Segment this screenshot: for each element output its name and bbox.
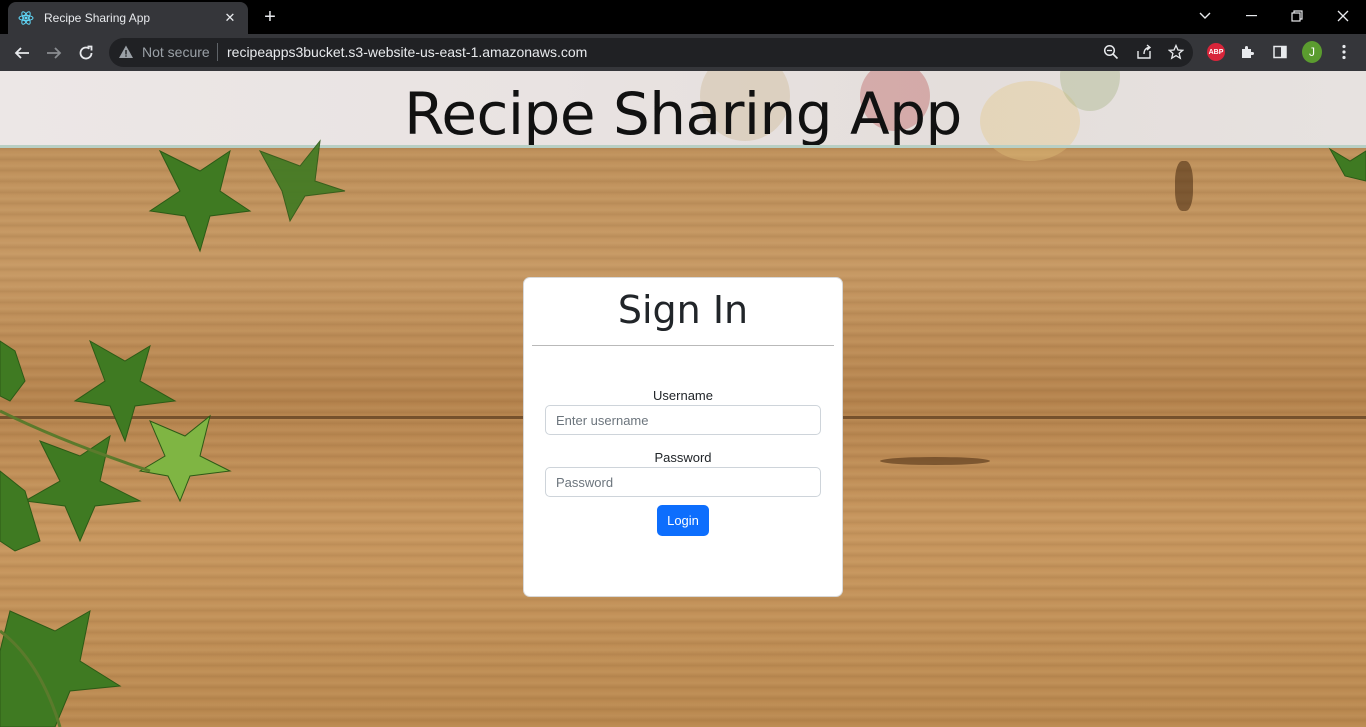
profile-avatar[interactable]: J <box>1302 41 1322 63</box>
wood-knot <box>1175 161 1193 211</box>
share-icon[interactable] <box>1134 42 1154 62</box>
browser-tab[interactable]: Recipe Sharing App ✕ <box>8 2 248 34</box>
app-header: Recipe Sharing App <box>0 71 1366 161</box>
heading-divider <box>532 345 834 346</box>
restore-button[interactable] <box>1274 4 1320 28</box>
tab-search-chevron-icon[interactable] <box>1182 4 1228 28</box>
username-label: Username <box>653 388 713 403</box>
bookmark-star-icon[interactable] <box>1166 42 1186 62</box>
username-input[interactable] <box>545 405 821 435</box>
tab-title: Recipe Sharing App <box>44 11 151 25</box>
adblock-plus-icon[interactable]: ABP <box>1206 42 1226 62</box>
signin-card: Sign In Username Password Login <box>523 277 843 597</box>
tab-close-icon[interactable]: ✕ <box>222 10 238 26</box>
react-logo-icon <box>18 11 34 25</box>
close-window-button[interactable] <box>1320 4 1366 28</box>
zoom-icon[interactable] <box>1101 42 1121 62</box>
address-divider <box>217 43 218 61</box>
signin-heading: Sign In <box>617 288 749 332</box>
minimize-button[interactable] <box>1228 4 1274 28</box>
back-arrow-icon[interactable] <box>9 40 35 66</box>
kebab-menu-icon[interactable] <box>1334 42 1354 62</box>
url-text[interactable]: recipeapps3bucket.s3-website-us-east-1.a… <box>227 44 587 60</box>
app-title: Recipe Sharing App <box>404 80 962 148</box>
login-button[interactable]: Login <box>657 505 709 536</box>
forward-arrow-icon[interactable] <box>41 40 67 66</box>
extensions-puzzle-icon[interactable] <box>1238 42 1258 62</box>
password-input[interactable] <box>545 467 821 497</box>
side-panel-icon[interactable] <box>1270 42 1290 62</box>
wood-knot <box>880 457 990 465</box>
tab-strip: Recipe Sharing App ✕ + <box>0 0 1366 34</box>
page-viewport: Recipe Sharing App Sign In Username Pass… <box>0 71 1366 727</box>
not-secure-label[interactable]: Not secure <box>142 44 210 60</box>
reload-icon[interactable] <box>73 40 99 66</box>
new-tab-button[interactable]: + <box>258 6 282 28</box>
password-label: Password <box>654 450 712 465</box>
warning-icon[interactable] <box>118 44 134 60</box>
